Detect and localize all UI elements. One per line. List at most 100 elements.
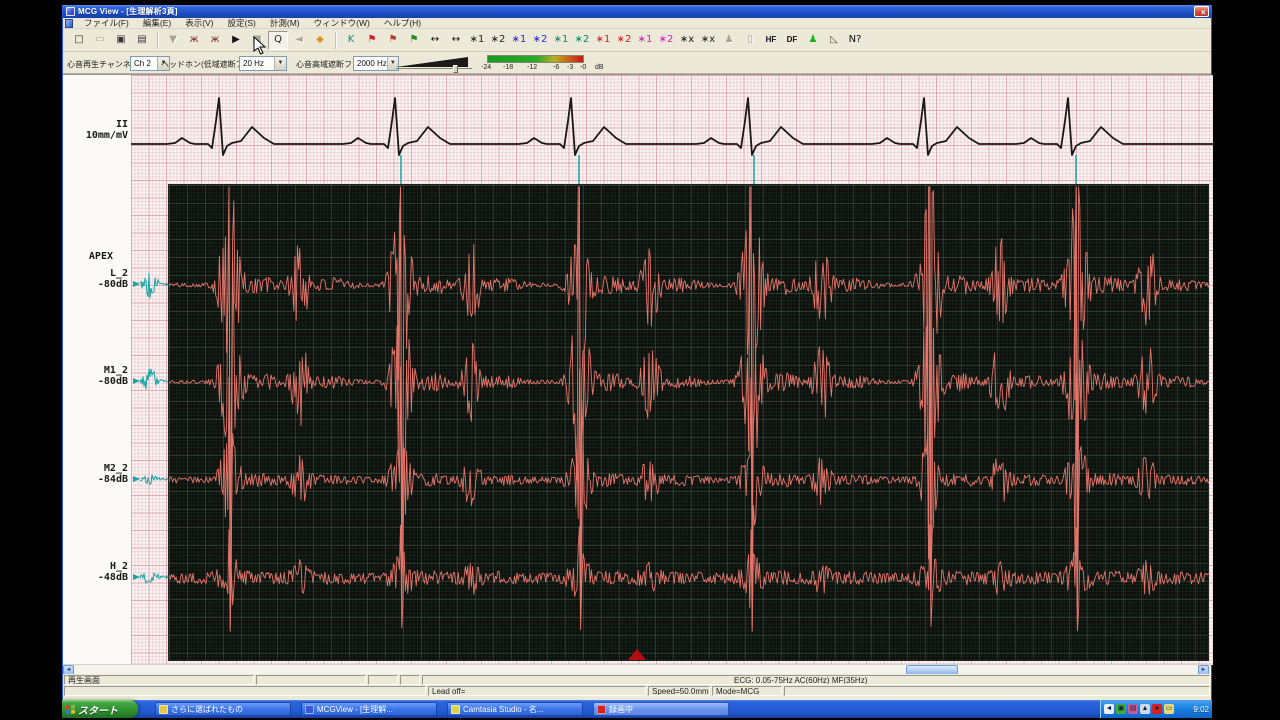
channel-set-2-blue-button[interactable]: ∗2: [530, 30, 550, 50]
menu-settings[interactable]: 設定(S): [221, 18, 263, 29]
expand-horizontal-button[interactable]: ↔: [425, 30, 445, 50]
channel-set-1-blue-button[interactable]: ∗1: [509, 30, 529, 50]
beat-marker-button[interactable]: ◆: [310, 30, 330, 50]
recording-tray-icon[interactable]: ●: [1152, 704, 1162, 714]
task-title: Camtasia Studio - 名...: [463, 704, 544, 714]
updates-icon[interactable]: ▣: [1116, 704, 1126, 714]
horizontal-scrollbar[interactable]: ◄ ►: [63, 664, 1211, 675]
status-row-top: 再生画面 ECG: 0.05-75Hz AC(60Hz) MF(35Hz): [63, 674, 1211, 685]
input-device-icon[interactable]: ▲: [1140, 704, 1150, 714]
volume-icon[interactable]: ◄: [1104, 704, 1114, 714]
ecg-lead-label: II: [115, 119, 128, 130]
channel-marker-arrow-icon: [133, 574, 140, 580]
channel-marker-arrow-icon: [133, 476, 140, 482]
channel-clear-1-icon: ∗x: [679, 34, 695, 45]
df-filter-button[interactable]: DF: [782, 30, 802, 50]
new-file-button[interactable]: □: [69, 30, 89, 50]
taskbar-tasks: さらに選ばれたもの MCGView - [生理解... Camtasia Studi…: [155, 700, 729, 718]
flag-red-button[interactable]: ⚑: [362, 30, 382, 50]
start-button[interactable]: スタート: [62, 700, 138, 718]
app-icon: [66, 7, 75, 16]
channel-clear-1-button[interactable]: ∗x: [677, 30, 697, 50]
status-cell: [784, 686, 1210, 696]
lowcut-filter-select[interactable]: 20 Hz ▼: [239, 56, 287, 71]
speaker-icon: ◄: [295, 34, 303, 45]
compress-horizontal-button[interactable]: ↔: [446, 30, 466, 50]
windows-logo-icon: [66, 704, 75, 714]
display-icon[interactable]: ▤: [1128, 704, 1138, 714]
menu-measure[interactable]: 計測(M): [263, 18, 307, 29]
ecg-graph-paper: [131, 75, 1213, 665]
lead-in-trace: [139, 272, 169, 299]
folder-icon: [159, 704, 168, 714]
lead-off-status: Lead off=: [428, 686, 646, 696]
status-cell: [368, 675, 398, 685]
meter-tick: -6: [553, 64, 560, 71]
menu-window[interactable]: ウィンドウ(W): [307, 18, 377, 29]
context-help-button[interactable]: N?: [845, 30, 865, 50]
save-button[interactable]: ▣: [111, 30, 131, 50]
channel-set-1-blue-icon: ∗1: [511, 34, 527, 45]
mcgview-window: MCG View - [生理解析3頁] × ファイル(F) 編集(E) 表示(V…: [62, 5, 1213, 700]
ecg-gain-label: 10mm/mV: [85, 130, 128, 141]
channel-label: L_2: [109, 268, 128, 279]
auto-scroll-button[interactable]: K: [341, 30, 361, 50]
chevron-down-icon: ▼: [274, 57, 286, 70]
phono-waveform: [169, 186, 1210, 629]
prev-event-button[interactable]: ж: [184, 30, 204, 50]
channel-gain: -80dB: [97, 376, 128, 387]
flag-red-green-button[interactable]: ⚑: [383, 30, 403, 50]
camtasia-icon: [451, 704, 460, 714]
taskbar-task[interactable]: 録画中: [593, 702, 729, 716]
context-help-icon: N?: [848, 34, 862, 45]
channel-set-1-teal-button[interactable]: ∗1: [551, 30, 571, 50]
taskbar-task[interactable]: さらに選ばれたもの: [155, 702, 291, 716]
patient-button[interactable]: ♟: [803, 30, 823, 50]
zoom-tool-button[interactable]: Q: [268, 30, 288, 50]
flag-green-button[interactable]: ⚑: [404, 30, 424, 50]
taskbar-task[interactable]: Camtasia Studio - 名...: [447, 702, 583, 716]
menu-file[interactable]: ファイル(F): [77, 18, 136, 29]
channel-set-1-red-button[interactable]: ∗1: [593, 30, 613, 50]
volume-slider-track[interactable]: [396, 68, 472, 69]
status-cell: [64, 686, 426, 696]
channel-gain: -48dB: [97, 572, 128, 583]
channel-clear-2-button[interactable]: ∗x: [698, 30, 718, 50]
channel-set-2-magenta-button[interactable]: ∗2: [656, 30, 676, 50]
lowcut-filter-value: 20 Hz: [243, 59, 264, 68]
highcut-filter-select[interactable]: 2000 Hz ▼: [353, 56, 399, 71]
play-button[interactable]: ▶: [226, 30, 246, 50]
speed-status: Speed=50.0mm/s: [648, 686, 710, 696]
lead-in-trace: [139, 474, 169, 485]
channel-marker-arrow-icon: [133, 378, 140, 384]
menu-help[interactable]: ヘルプ(H): [377, 18, 428, 29]
channel-label: M1_2: [103, 365, 128, 376]
phono-waveform: [169, 524, 1210, 632]
mcgview-app-icon: [305, 704, 314, 714]
channel-label: M2_2: [103, 463, 128, 474]
task-title: MCGView - [生理解...: [317, 704, 393, 714]
menu-view[interactable]: 表示(V): [178, 18, 220, 29]
meter-tick: -12: [527, 64, 538, 71]
channel-set-2-red-button[interactable]: ∗2: [614, 30, 634, 50]
channel-set-1-magenta-button[interactable]: ∗1: [635, 30, 655, 50]
compress-horizontal-icon: ↔: [451, 34, 461, 45]
waveform-area: II 10mm/mV APEX L_2 -80dB M1_2 -80dB M2_…: [63, 74, 1213, 665]
menu-edit[interactable]: 編集(E): [136, 18, 178, 29]
notes-icon[interactable]: ▭: [1164, 704, 1174, 714]
channel-set-2-teal-button[interactable]: ∗2: [572, 30, 592, 50]
zoom-tool-icon: Q: [274, 34, 282, 45]
channel-set-2-magenta-icon: ∗2: [658, 34, 674, 45]
channel-set-2-black-button[interactable]: ∗2: [488, 30, 508, 50]
measure-ruler-button[interactable]: ◺: [824, 30, 844, 50]
close-button[interactable]: ×: [1194, 6, 1209, 17]
channel-set-1-black-button[interactable]: ∗1: [467, 30, 487, 50]
marker-icon: ▼: [169, 34, 177, 45]
hf-filter-button[interactable]: HF: [761, 30, 781, 50]
flag-red-icon: ⚑: [367, 34, 377, 45]
volume-slider-thumb[interactable]: [453, 65, 458, 73]
print-button[interactable]: ▤: [132, 30, 152, 50]
taskbar-task[interactable]: MCGView - [生理解...: [301, 702, 437, 716]
next-event-button[interactable]: ж: [205, 30, 225, 50]
start-label: スタート: [78, 705, 118, 717]
